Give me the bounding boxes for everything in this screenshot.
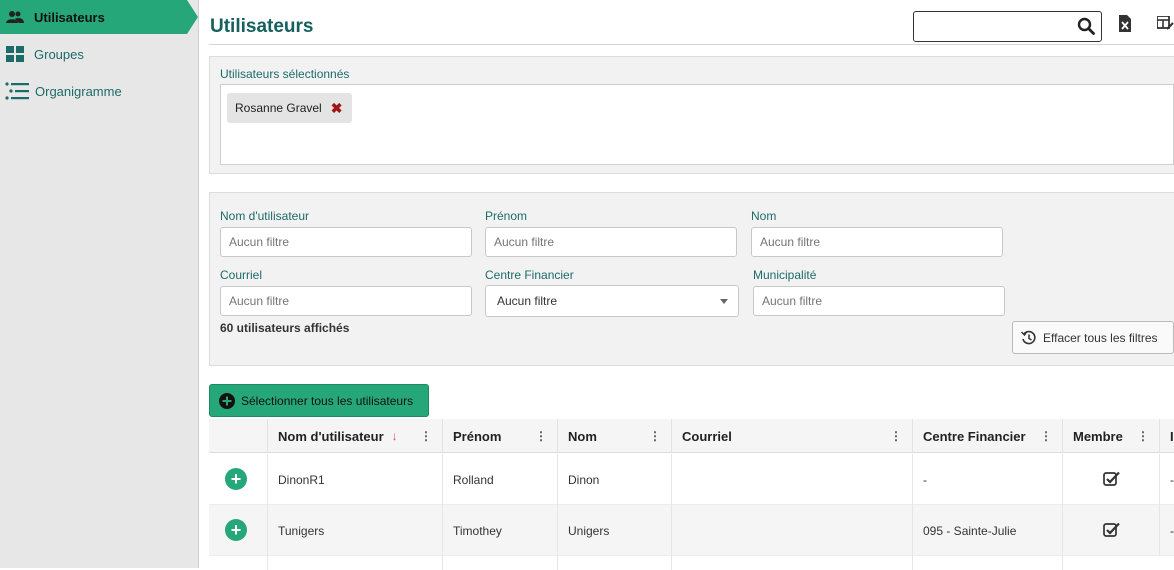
column-header-member[interactable]: Membre ⋮ <box>1062 419 1159 453</box>
sidebar: Utilisateurs Groupes Organigramme <box>0 0 199 568</box>
cell-username: Tunigers <box>267 505 442 556</box>
column-menu-icon[interactable]: ⋮ <box>535 429 547 443</box>
lastname-filter-input[interactable] <box>751 227 1003 257</box>
sort-desc-icon[interactable]: ↓ <box>392 429 398 443</box>
cell-lastname: Dinon <box>557 454 671 505</box>
cell-finance-center: - <box>912 454 1062 505</box>
chevron-down-icon <box>720 299 728 304</box>
chip-label: Rosanne Gravel <box>235 101 322 115</box>
selected-users-panel: Utilisateurs sélectionnés Rosanne Gravel… <box>209 56 1174 174</box>
cell-email <box>671 454 912 505</box>
add-user-icon[interactable]: + <box>225 519 247 541</box>
grid-icon <box>4 46 26 62</box>
org-list-icon <box>4 82 30 100</box>
page-title: Utilisateurs <box>210 16 314 37</box>
cell-next: - <box>1159 505 1174 556</box>
sidebar-item-users[interactable]: Utilisateurs <box>0 0 198 34</box>
sidebar-item-label: Groupes <box>34 46 84 62</box>
table-header: Nom d'utilisateur ↓ ⋮ Prénom ⋮ Nom ⋮ Cou… <box>209 419 1174 453</box>
select-all-label: Sélectionner tous les utilisateurs <box>241 393 414 408</box>
column-menu-icon[interactable]: ⋮ <box>1040 429 1052 443</box>
finance-filter-select[interactable]: Aucun filtre <box>485 285 739 317</box>
add-user-icon[interactable]: + <box>225 468 247 490</box>
search-box <box>913 11 1102 42</box>
selected-user-chip[interactable]: Rosanne Gravel ✖ <box>227 93 353 123</box>
lastname-filter-label: Nom <box>751 209 777 223</box>
cell-next: - <box>1159 454 1174 505</box>
sidebar-item-org-chart[interactable]: Organigramme <box>0 74 199 108</box>
cell-finance-center: 095 - Sainte-Julie <box>912 505 1062 556</box>
reset-history-icon <box>1021 330 1037 346</box>
header-divider <box>209 44 1174 45</box>
remove-chip-icon[interactable]: ✖ <box>331 100 343 117</box>
table-row[interactable]: + Tunigers Timothey Unigers 095 - Sainte… <box>209 505 1174 556</box>
username-filter-label: Nom d'utilisateur <box>220 209 309 223</box>
table-row[interactable]: + DinonR1 Rolland Dinon - - <box>209 454 1174 505</box>
cell-username: DinonR1 <box>267 454 442 505</box>
user-count-text: 60 utilisateurs affichés <box>220 321 350 335</box>
column-menu-icon[interactable]: ⋮ <box>649 429 661 443</box>
email-filter-label: Courriel <box>220 268 263 282</box>
checked-box-icon <box>1102 522 1120 540</box>
email-filter-input[interactable] <box>220 286 472 316</box>
municipality-filter-label: Municipalité <box>753 268 817 282</box>
column-header-next[interactable]: I <box>1159 419 1174 453</box>
sidebar-item-label: Organigramme <box>35 83 122 99</box>
cell-member <box>1062 505 1159 556</box>
column-header-username[interactable]: Nom d'utilisateur ↓ ⋮ <box>267 419 442 453</box>
checked-box-icon <box>1102 471 1120 489</box>
firstname-filter-label: Prénom <box>485 209 528 223</box>
column-header-lastname[interactable]: Nom ⋮ <box>557 419 671 453</box>
selected-users-label: Utilisateurs sélectionnés <box>220 67 350 81</box>
column-header-email[interactable]: Courriel ⋮ <box>671 419 912 453</box>
excel-export-icon[interactable] <box>1118 15 1132 37</box>
column-header-firstname[interactable]: Prénom ⋮ <box>442 419 557 453</box>
cell-firstname: Rolland <box>442 454 557 505</box>
municipality-filter-input[interactable] <box>753 286 1005 316</box>
column-settings-icon[interactable] <box>1156 15 1174 36</box>
finance-filter-value: Aucun filtre <box>497 294 558 308</box>
sidebar-item-label: Utilisateurs <box>34 9 105 25</box>
column-header-finance-center[interactable]: Centre Financier ⋮ <box>912 419 1062 453</box>
select-all-users-button[interactable]: Sélectionner tous les utilisateurs <box>209 384 429 417</box>
cell-email <box>671 505 912 556</box>
column-menu-icon[interactable]: ⋮ <box>1137 429 1149 443</box>
clear-filters-button[interactable]: Effacer tous les filtres <box>1012 321 1174 354</box>
cell-lastname: Unigers <box>557 505 671 556</box>
clear-filters-label: Effacer tous les filtres <box>1043 330 1158 345</box>
selected-users-box[interactable]: Rosanne Gravel ✖ <box>220 84 1174 165</box>
column-menu-icon[interactable]: ⋮ <box>420 429 432 443</box>
firstname-filter-input[interactable] <box>485 227 737 257</box>
column-menu-icon[interactable]: ⋮ <box>890 429 902 443</box>
users-icon <box>4 9 26 25</box>
plus-circle-icon <box>219 392 235 409</box>
sidebar-item-groups[interactable]: Groupes <box>0 37 199 71</box>
search-input[interactable] <box>920 12 1070 40</box>
search-icon[interactable] <box>1077 17 1095 40</box>
username-filter-input[interactable] <box>220 227 472 257</box>
cell-firstname: Timothey <box>442 505 557 556</box>
cell-member <box>1062 454 1159 505</box>
filter-panel: Nom d'utilisateur Prénom Nom Courriel Ce… <box>209 192 1174 366</box>
finance-filter-label: Centre Financier <box>485 268 574 282</box>
